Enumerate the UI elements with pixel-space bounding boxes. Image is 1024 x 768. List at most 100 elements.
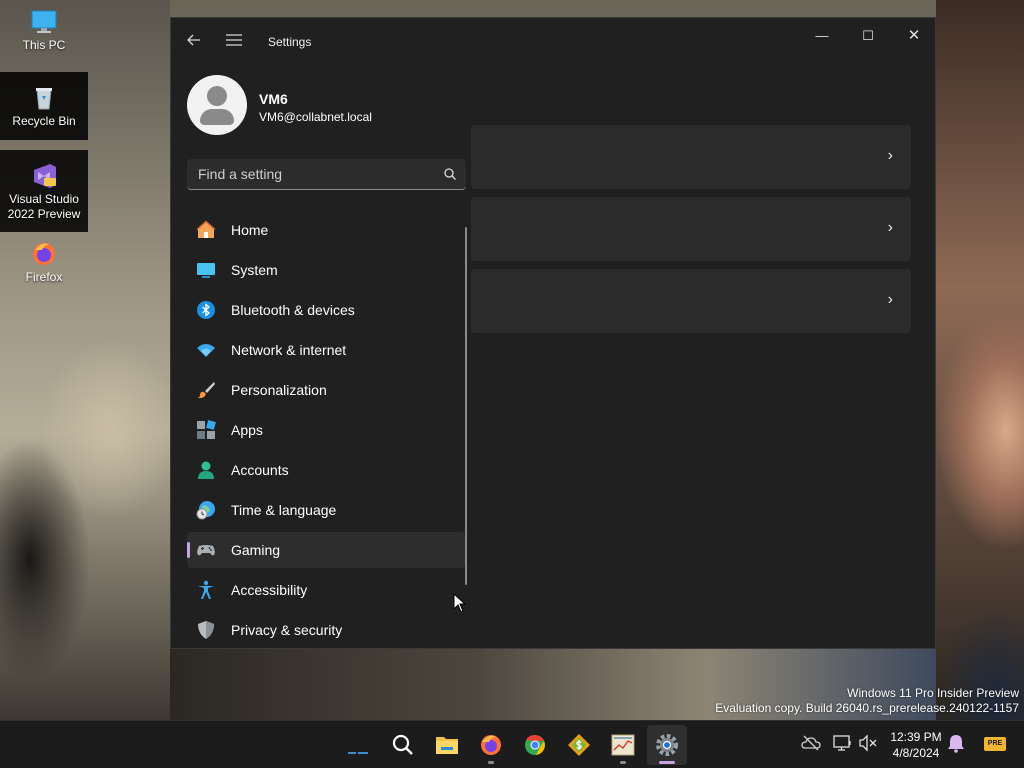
- watermark-line-1: Windows 11 Pro Insider Preview: [847, 686, 1019, 700]
- avatar-head: [207, 86, 227, 106]
- firefox-icon: [33, 243, 55, 265]
- mouse-cursor-icon: [453, 593, 467, 613]
- system-icon: [197, 263, 215, 278]
- system-clock[interactable]: 12:39 PM 4/8/2024: [884, 729, 948, 761]
- windows-watermark: Windows 11 Pro Insider Preview Evaluatio…: [715, 686, 1019, 716]
- desktop-icon-label: Visual Studio 2022 Preview: [7, 192, 81, 221]
- running-indicator: [620, 761, 626, 764]
- taskbar-settings-button[interactable]: [647, 725, 687, 765]
- chevron-right-icon: ›: [887, 291, 893, 308]
- folder-icon: [436, 737, 458, 754]
- nav-item-label: Network & internet: [231, 342, 347, 358]
- gear-icon: [656, 734, 678, 756]
- hamburger-icon: [226, 34, 242, 46]
- settings-card-2[interactable]: ›: [471, 197, 911, 261]
- accessibility-icon: [198, 580, 214, 599]
- nav-item-gaming[interactable]: Gaming: [187, 532, 465, 568]
- chevron-right-icon: ›: [887, 219, 893, 236]
- taskbar-firefox-button[interactable]: [471, 725, 511, 765]
- taskbar-widgets-button[interactable]: [338, 725, 378, 765]
- nav-item-label: Apps: [231, 422, 263, 438]
- brush-icon: [198, 382, 215, 399]
- taskbar-chrome-button[interactable]: [515, 725, 555, 765]
- content-pane: › › ›: [471, 18, 935, 648]
- watermark-line-2: Evaluation copy. Build 26040.rs_prerelea…: [715, 701, 1019, 715]
- back-button[interactable]: [183, 30, 205, 50]
- nav-item-label: Gaming: [231, 542, 281, 558]
- insider-badge: PRE: [984, 737, 1006, 751]
- nav-item-home[interactable]: Home: [187, 212, 465, 248]
- visual-studio-icon: [34, 164, 56, 188]
- navigation-menu-button[interactable]: [223, 30, 245, 50]
- nav-item-time-language[interactable]: Time & language: [187, 492, 465, 528]
- widgets-icon: [348, 752, 368, 754]
- notification-bell-icon[interactable]: [946, 733, 966, 753]
- taskbar-file-explorer-button[interactable]: [427, 725, 467, 765]
- nav-item-label: Home: [231, 222, 269, 238]
- nav-item-personalization[interactable]: Personalization: [187, 372, 465, 408]
- nav-item-system[interactable]: System: [187, 252, 465, 288]
- desktop-icon-this-pc[interactable]: This PC: [0, 4, 88, 56]
- account-icon: [198, 461, 214, 479]
- settings-window: Settings — ☐ ✕ VM6 VM6@collabnet.local F…: [170, 17, 936, 649]
- user-profile[interactable]: VM6 VM6@collabnet.local: [187, 75, 477, 135]
- bluetooth-icon: [197, 301, 215, 319]
- profile-name: VM6: [259, 91, 288, 107]
- nav-item-label: Privacy & security: [231, 622, 343, 638]
- nav-item-label: Bluetooth & devices: [231, 302, 355, 318]
- nav-item-accounts[interactable]: Accounts: [187, 452, 465, 488]
- taskbar-search-button[interactable]: [383, 725, 423, 765]
- globe-clock-icon: [196, 501, 215, 520]
- chrome-icon: [525, 734, 545, 755]
- settings-card-3[interactable]: ›: [471, 269, 911, 333]
- nav-item-network-internet[interactable]: Network & internet: [187, 332, 465, 368]
- nav-item-label: Accounts: [231, 462, 289, 478]
- volume-muted-icon[interactable]: [858, 733, 878, 753]
- wallpaper-right-area: [936, 0, 1024, 720]
- desktop-icon-recycle-bin[interactable]: Recycle Bin: [0, 72, 88, 140]
- search-icon: [392, 734, 413, 755]
- desktop-icon-label: Firefox: [25, 270, 63, 284]
- nav-item-label: Time & language: [231, 502, 337, 518]
- search-icon[interactable]: [443, 167, 457, 181]
- gamepad-icon: [197, 545, 215, 556]
- display-network-icon[interactable]: [833, 733, 853, 753]
- desktop-icon-label: This PC: [22, 38, 66, 52]
- desktop-icon-label: Recycle Bin: [12, 114, 76, 128]
- desktop-icon-firefox[interactable]: Firefox: [0, 236, 88, 286]
- profile-email: VM6@collabnet.local: [259, 110, 372, 124]
- taskbar-chart-app-button[interactable]: [603, 725, 643, 765]
- nav-item-accessibility[interactable]: Accessibility: [187, 572, 465, 608]
- taskbar-dollar-app-button[interactable]: [559, 725, 599, 765]
- wifi-icon: [197, 344, 215, 357]
- monitor-icon: [31, 10, 57, 33]
- nav-item-bluetooth-devices[interactable]: Bluetooth & devices: [187, 292, 465, 328]
- dollar-app-icon: [568, 734, 590, 756]
- chart-app-icon: [611, 734, 635, 756]
- search-input[interactable]: [187, 159, 437, 189]
- clock-date: 4/8/2024: [892, 746, 940, 760]
- desktop-icon-visual-studio[interactable]: Visual Studio 2022 Preview: [0, 150, 88, 232]
- avatar: [187, 75, 247, 135]
- chevron-right-icon: ›: [887, 147, 893, 164]
- arrow-left-icon: [187, 34, 200, 46]
- window-title: Settings: [268, 35, 312, 49]
- nav-item-privacy-security[interactable]: Privacy & security: [187, 612, 465, 648]
- taskbar: 12:39 PM 4/8/2024 PRE: [0, 720, 1024, 768]
- nav-item-apps[interactable]: Apps: [187, 412, 465, 448]
- search-box[interactable]: [187, 159, 466, 190]
- running-indicator: [488, 761, 494, 764]
- settings-card-1[interactable]: ›: [471, 125, 911, 189]
- onedrive-offline-icon[interactable]: [801, 733, 821, 753]
- running-indicator: [659, 761, 675, 764]
- shield-icon: [198, 621, 214, 639]
- selected-indicator: [187, 542, 190, 558]
- home-icon: [196, 220, 216, 238]
- settings-navigation: Home System Bluetooth & devices Network …: [187, 212, 465, 648]
- nav-item-label: Personalization: [231, 382, 327, 398]
- clock-time: 12:39 PM: [890, 730, 942, 744]
- avatar-body: [200, 109, 234, 125]
- apps-icon: [197, 420, 216, 439]
- nav-scrollbar[interactable]: [465, 227, 467, 585]
- nav-item-label: Accessibility: [231, 582, 308, 598]
